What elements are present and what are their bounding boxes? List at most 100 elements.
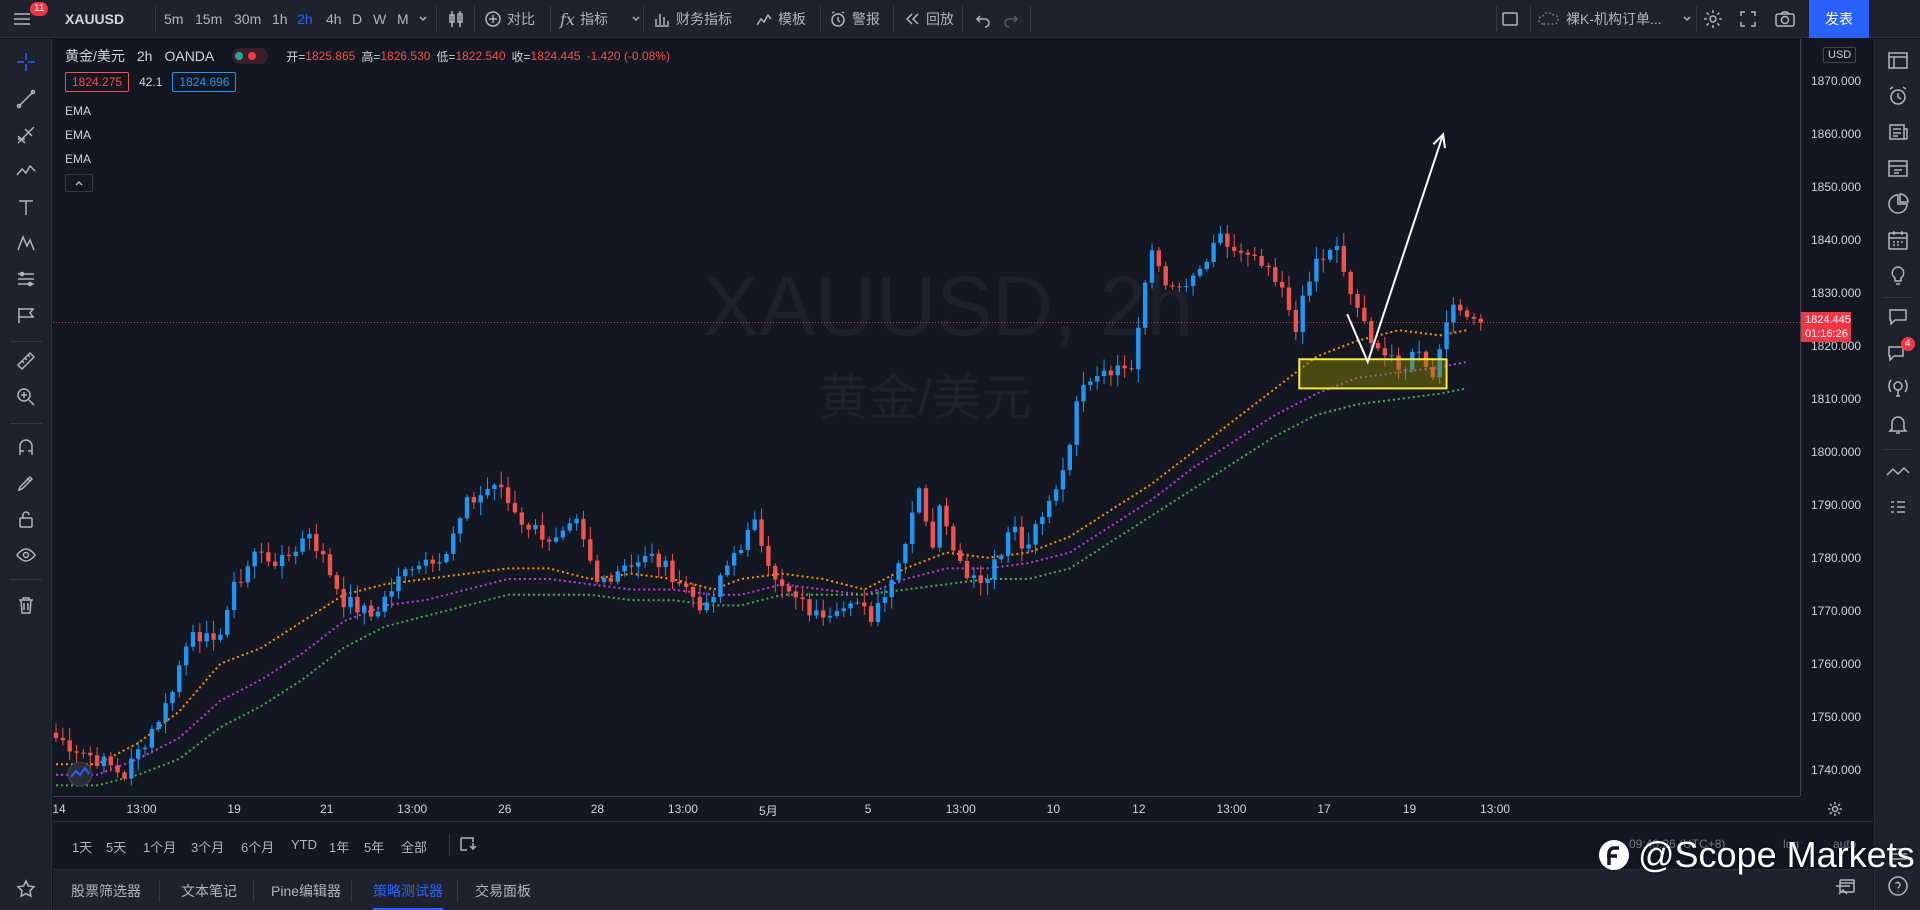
layout-selector[interactable]: 裸K-机构订单... (1538, 0, 1692, 38)
bid-box[interactable]: 1824.275 (65, 72, 130, 92)
tab-pine-editor[interactable]: Pine编辑器 (271, 870, 341, 910)
zoom-tool[interactable] (12, 383, 40, 411)
market-status-toggle[interactable] (232, 48, 269, 64)
redo-button[interactable] (1002, 0, 1020, 38)
replay-button[interactable]: 回放 (903, 0, 954, 38)
favorites-tool[interactable] (12, 875, 40, 903)
fullscreen-toggle[interactable] (1500, 0, 1520, 38)
data-window-button[interactable] (1883, 153, 1913, 183)
timeframe-3[interactable]: 30m (234, 0, 261, 38)
candle (375, 607, 381, 619)
tab-trading-panel[interactable]: 交易面板 (475, 870, 531, 910)
axis-settings-button[interactable] (1826, 800, 1846, 820)
icon-tool[interactable] (12, 301, 40, 329)
measure-tool[interactable] (12, 265, 40, 293)
ruler-tool[interactable] (12, 347, 40, 375)
pattern-tool[interactable] (12, 157, 40, 185)
candle-body (1334, 245, 1340, 251)
public-chats-button[interactable]: 4 (1883, 337, 1915, 367)
trend-line-tool[interactable] (12, 85, 40, 113)
compare-button[interactable]: 对比 (484, 0, 535, 38)
visibility-tool[interactable] (12, 541, 40, 569)
watchlist-button[interactable] (1883, 45, 1913, 75)
range-5y[interactable]: 5年 (364, 837, 384, 856)
alerts-panel-button[interactable] (1883, 81, 1913, 111)
symbol-search[interactable]: XAUUSD (65, 0, 124, 38)
candle-body (958, 550, 963, 561)
tab-stock-screener[interactable]: 股票筛选器 (71, 870, 141, 910)
drawings[interactable] (1298, 132, 1448, 390)
time-tick: 5月 (759, 804, 778, 818)
chat-button[interactable] (1883, 301, 1913, 331)
timeframe-2[interactable]: 15m (195, 0, 222, 38)
timeframe-1[interactable]: 5m (164, 0, 183, 38)
ideas-button[interactable] (1883, 261, 1913, 291)
publish-button[interactable]: 发表 (1809, 0, 1869, 38)
candle-body (1382, 348, 1388, 356)
projection-tool[interactable] (12, 229, 40, 257)
timeframe-dropdown[interactable] (418, 0, 428, 38)
range-1m[interactable]: 1个月 (143, 837, 176, 856)
collapse-legend-button[interactable] (65, 174, 93, 192)
timeframe-6[interactable]: 4h (326, 0, 342, 38)
dom-button[interactable] (1883, 493, 1913, 523)
timeframe-active[interactable]: 2h (297, 0, 313, 38)
range-3m[interactable]: 3个月 (191, 837, 224, 856)
templates-button[interactable]: 模板 (755, 0, 806, 38)
indicator-ema-1[interactable]: EMA (65, 104, 91, 118)
price-axis[interactable]: USD 1870.000 1860.000 1850.000 1840.000 1830… (1800, 39, 1873, 796)
draw-mode-tool[interactable] (12, 469, 40, 497)
fib-tool[interactable] (12, 121, 40, 149)
snapshot-button[interactable] (1774, 0, 1796, 38)
menu-button[interactable]: 11 (12, 0, 49, 38)
fullscreen-button[interactable] (1738, 0, 1758, 38)
indicator-ema-2[interactable]: EMA (65, 128, 91, 142)
price-chart[interactable]: XAUUSD, 2h 黄金/美元 (53, 39, 1800, 796)
chart-pane[interactable]: XAUUSD, 2h 黄金/美元 (53, 39, 1800, 796)
pencil-lock-icon (17, 475, 34, 492)
candle-body (1060, 470, 1066, 490)
indicators-button[interactable]: fx 指标 (560, 0, 641, 38)
crosshair-tool[interactable] (12, 48, 40, 76)
candle-body (615, 571, 620, 582)
currency-label[interactable]: USD (1823, 47, 1857, 63)
time-axis[interactable]: 14 13:00 19 21 13:00 26 28 13:00 5月 5 13:00 10 12 13:… (52, 796, 1800, 820)
tab-text-notes[interactable]: 文本笔记 (181, 870, 237, 910)
timeframe-9[interactable]: M (397, 0, 409, 38)
candle-body (1286, 287, 1292, 310)
news-button[interactable] (1883, 117, 1913, 147)
tab-strategy-tester[interactable]: 策略测试器 (373, 870, 443, 910)
range-5d[interactable]: 5天 (106, 837, 126, 856)
magnet-tool[interactable] (12, 433, 40, 461)
range-all[interactable]: 全部 (401, 837, 427, 856)
timeframe-4[interactable]: 1h (272, 0, 288, 38)
range-1d[interactable]: 1天 (72, 837, 92, 856)
ask-box[interactable]: 1824.696 (172, 72, 237, 92)
indicator-ema-3[interactable]: EMA (65, 152, 91, 166)
chart-type-button[interactable] (446, 0, 466, 38)
range-ytd[interactable]: YTD (291, 837, 317, 852)
chat-icon (1889, 309, 1907, 326)
hotlist-button[interactable] (1883, 189, 1913, 219)
timeframe-8[interactable]: W (373, 0, 386, 38)
candle-body (1369, 321, 1374, 344)
alert-button[interactable]: 警报 (829, 0, 880, 38)
financials-button[interactable]: 财务指标 (653, 0, 732, 38)
lock-tool[interactable] (12, 505, 40, 533)
candle (505, 476, 511, 512)
range-1y[interactable]: 1年 (329, 837, 349, 856)
streams-button[interactable] (1883, 373, 1913, 403)
maximize-panel-button[interactable] (1838, 878, 1858, 898)
calendar-button[interactable] (1883, 225, 1913, 255)
remove-drawings-tool[interactable] (12, 591, 40, 619)
undo-button[interactable] (974, 0, 992, 38)
go-to-date-button[interactable] (458, 835, 478, 856)
range-6m[interactable]: 6个月 (241, 837, 274, 856)
timeframe-7[interactable]: D (352, 0, 362, 38)
object-tree-button[interactable] (1883, 457, 1913, 487)
settings-button[interactable] (1702, 0, 1724, 38)
notifications-button[interactable] (1883, 409, 1913, 439)
flag-icon (18, 308, 35, 323)
text-tool[interactable] (12, 193, 40, 221)
candle (800, 587, 805, 611)
